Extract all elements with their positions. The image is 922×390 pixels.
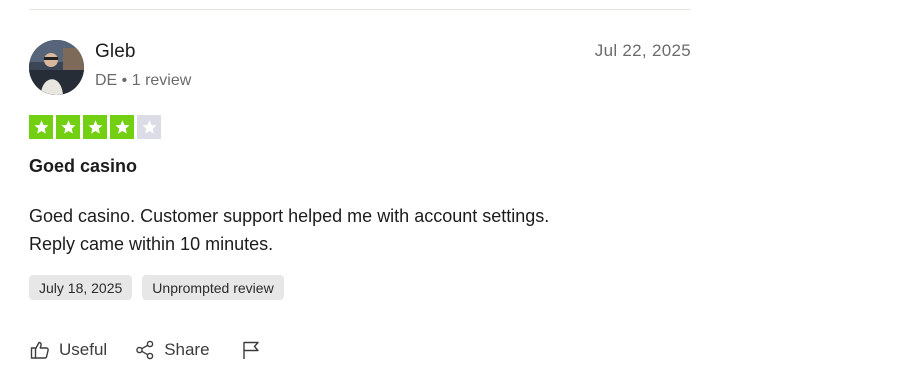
review-body: Goed casino. Customer support helped me … <box>29 202 669 258</box>
divider <box>29 9 691 10</box>
experience-date-tag: July 18, 2025 <box>29 275 133 300</box>
tag-list: July 18, 2025 Unprompted review <box>29 275 284 300</box>
star-icon <box>56 115 80 139</box>
star-icon <box>29 115 53 139</box>
review-body-line: Goed casino. Customer support helped me … <box>29 206 550 226</box>
review-card: Gleb DE • 1 review Jul 22, 2025 Goed cas… <box>29 0 691 390</box>
thumbs-up-icon <box>29 339 51 361</box>
flag-icon <box>240 339 262 361</box>
useful-label: Useful <box>59 340 108 359</box>
star-icon <box>83 115 107 139</box>
review-title[interactable]: Goed casino <box>29 156 137 177</box>
avatar[interactable] <box>29 40 84 95</box>
unprompted-review-tag[interactable]: Unprompted review <box>142 275 284 300</box>
author-name[interactable]: Gleb <box>95 41 136 63</box>
star-rating <box>29 115 161 139</box>
useful-button[interactable]: Useful <box>29 336 107 364</box>
author-meta: DE • 1 review <box>95 72 192 89</box>
share-button[interactable]: Share <box>134 336 210 364</box>
review-date: Jul 22, 2025 <box>594 41 691 60</box>
star-icon <box>137 115 161 139</box>
star-icon <box>110 115 134 139</box>
report-button[interactable] <box>240 336 262 364</box>
review-body-line: Reply came within 10 minutes. <box>29 234 274 254</box>
share-icon <box>134 339 156 361</box>
share-label: Share <box>164 340 210 359</box>
review-actions: Useful Share <box>29 336 262 364</box>
